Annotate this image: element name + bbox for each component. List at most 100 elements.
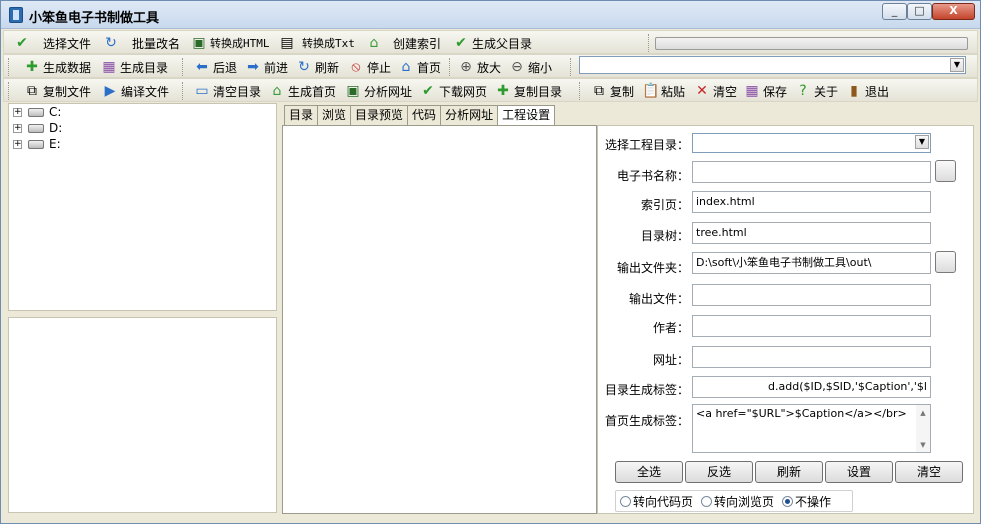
tab-code[interactable]: 代码: [407, 105, 442, 125]
project-dir-select[interactable]: ▼: [692, 133, 931, 153]
window-title: 小笨鱼电子书制做工具: [29, 11, 160, 26]
close-button[interactable]: X: [932, 3, 975, 20]
tab-dir-preview[interactable]: 目录预览: [350, 105, 409, 125]
batch-rename-button[interactable]: ↻ 批量改名: [103, 33, 180, 53]
refresh-icon: ↻: [105, 35, 117, 51]
tree-label: 目录树：: [640, 229, 689, 243]
toolbar-separator: [8, 58, 10, 76]
content-pane[interactable]: [282, 125, 597, 514]
plus-icon: ✚: [497, 83, 509, 99]
exit-button[interactable]: ▮ 退出: [846, 81, 889, 101]
gen-homepage-button[interactable]: ⌂ 生成首页: [269, 81, 336, 101]
about-button[interactable]: ? 关于: [795, 81, 838, 101]
settings-button[interactable]: 设置: [825, 461, 893, 483]
expand-icon[interactable]: +: [13, 139, 22, 149]
ebook-name-browse-button[interactable]: [935, 160, 956, 182]
paste-icon: 📋: [642, 83, 660, 99]
toolbar-separator: [449, 58, 451, 76]
save-button[interactable]: ▦ 保存: [744, 81, 787, 101]
select-file-button[interactable]: ✔ 选择文件: [14, 33, 91, 53]
download-page-button[interactable]: ✔ 下载网页: [420, 81, 487, 101]
to-html-button[interactable]: ▣ 转换成HTML: [191, 33, 269, 53]
expand-icon[interactable]: +: [13, 123, 22, 133]
tree-item-drive-d[interactable]: + D:: [13, 121, 62, 135]
exit-door-icon: ▮: [850, 83, 858, 99]
invert-selection-button[interactable]: 反选: [685, 461, 753, 483]
tree-item-drive-c[interactable]: + C:: [13, 105, 61, 119]
output-folder-field[interactable]: D:\soft\小笨鱼电子书制做工具\out\: [692, 252, 931, 274]
house-icon: ⌂: [369, 35, 379, 51]
floppy-icon: ▦: [745, 83, 759, 99]
chevron-down-icon[interactable]: ▼: [950, 58, 964, 72]
url-label: 网址：: [652, 353, 689, 367]
select-all-button[interactable]: 全选: [615, 461, 683, 483]
minimize-button[interactable]: _: [882, 3, 907, 20]
maximize-button[interactable]: □: [907, 3, 932, 20]
monitor-icon: ▣: [192, 35, 206, 51]
create-index-button[interactable]: ⌂ 创建索引: [366, 33, 441, 53]
ebook-name-field[interactable]: [692, 161, 931, 183]
monitor-icon: ▭: [195, 83, 209, 99]
toolbar-separator: [8, 82, 10, 100]
back-button[interactable]: ⬅ 后退: [194, 57, 237, 77]
expand-icon[interactable]: +: [13, 107, 22, 117]
forward-button[interactable]: ➡ 前进: [245, 57, 288, 77]
toolbar-tools: ⧉ 复制文件 ▶ 编译文件 ▭ 清空目录 ⌂ 生成首页 ▣ 分析网址 ✔ 下载网…: [3, 78, 978, 102]
clear-button[interactable]: ✕ 清空: [694, 81, 737, 101]
plus-icon: ✚: [26, 59, 38, 75]
gen-parent-dir-button[interactable]: ✔ 生成父目录: [453, 33, 532, 53]
toolbar-separator: [570, 58, 572, 76]
tab-directory[interactable]: 目录: [284, 105, 319, 125]
copy-file-button[interactable]: ⧉ 复制文件: [24, 81, 91, 101]
url-field[interactable]: [692, 346, 931, 368]
author-field[interactable]: [692, 315, 931, 337]
output-folder-browse-button[interactable]: [935, 251, 956, 273]
home-tag-textarea[interactable]: <a href="$URL">$Caption</a></br> ▲ ▼: [692, 404, 931, 453]
scrollbar[interactable]: ▲ ▼: [916, 405, 930, 452]
radio-no-action[interactable]: 不操作: [782, 493, 831, 510]
help-icon: ?: [799, 83, 807, 99]
drive-icon: [28, 123, 44, 133]
stop-button[interactable]: ⦸ 停止: [348, 57, 391, 77]
index-page-field[interactable]: index.html: [692, 191, 931, 213]
refresh-button[interactable]: ↻ 刷新: [296, 57, 339, 77]
refresh-list-button[interactable]: 刷新: [755, 461, 823, 483]
tab-project-settings[interactable]: 工程设置: [497, 105, 556, 126]
home-button[interactable]: ⌂ 首页: [398, 57, 441, 77]
dir-tag-field[interactable]: d.add($ID,$SID,'$Caption','$l: [692, 376, 931, 398]
chevron-down-icon[interactable]: ▼: [915, 135, 929, 149]
copy-button[interactable]: ⧉ 复制: [591, 81, 634, 101]
gen-dir-button[interactable]: ▦ 生成目录: [101, 57, 168, 77]
radio-dot[interactable]: [782, 495, 794, 507]
zoom-in-icon: ⊕: [460, 59, 472, 75]
tab-analyze-url[interactable]: 分析网址: [440, 105, 499, 125]
tree-item-drive-e[interactable]: + E:: [13, 137, 61, 151]
radio-to-code[interactable]: 转向代码页: [620, 493, 693, 510]
radio-to-browse[interactable]: 转向浏览页: [701, 493, 774, 510]
radio-dot[interactable]: [620, 495, 631, 507]
checkmark-icon: ✔: [16, 35, 28, 51]
output-file-field[interactable]: [692, 284, 931, 306]
tree-field[interactable]: tree.html: [692, 222, 931, 244]
delete-icon: ✕: [696, 83, 708, 99]
radio-dot[interactable]: [701, 495, 713, 507]
file-list-pane[interactable]: [8, 317, 277, 513]
url-combobox[interactable]: ▼: [579, 56, 966, 74]
zoom-out-button[interactable]: ⊖ 缩小: [509, 57, 552, 77]
clear-list-button[interactable]: 清空: [895, 461, 963, 483]
clear-dir-button[interactable]: ▭ 清空目录: [194, 81, 261, 101]
house-icon: ⌂: [272, 83, 282, 99]
gen-data-button[interactable]: ✚ 生成数据: [24, 57, 91, 77]
dir-tag-label: 目录生成标签：: [604, 383, 689, 397]
to-txt-button[interactable]: ▤ 转换成Txt: [279, 33, 355, 53]
compile-file-button[interactable]: ▶ 编译文件: [102, 81, 169, 101]
zoom-in-button[interactable]: ⊕ 放大: [458, 57, 501, 77]
checkmark-circle-icon: ✔: [422, 83, 434, 99]
analyze-url-button[interactable]: ▣ 分析网址: [345, 81, 412, 101]
folder-tree[interactable]: + C: + D: + E:: [8, 103, 277, 311]
paste-button[interactable]: 📋 粘贴: [642, 81, 685, 101]
title-bar: 小笨鱼电子书制做工具 _ □ X: [1, 1, 980, 29]
copy-dir-button[interactable]: ✚ 复制目录: [495, 81, 562, 101]
tab-browse[interactable]: 浏览: [317, 105, 352, 125]
ebook-name-label: 电子书名称：: [616, 169, 689, 183]
